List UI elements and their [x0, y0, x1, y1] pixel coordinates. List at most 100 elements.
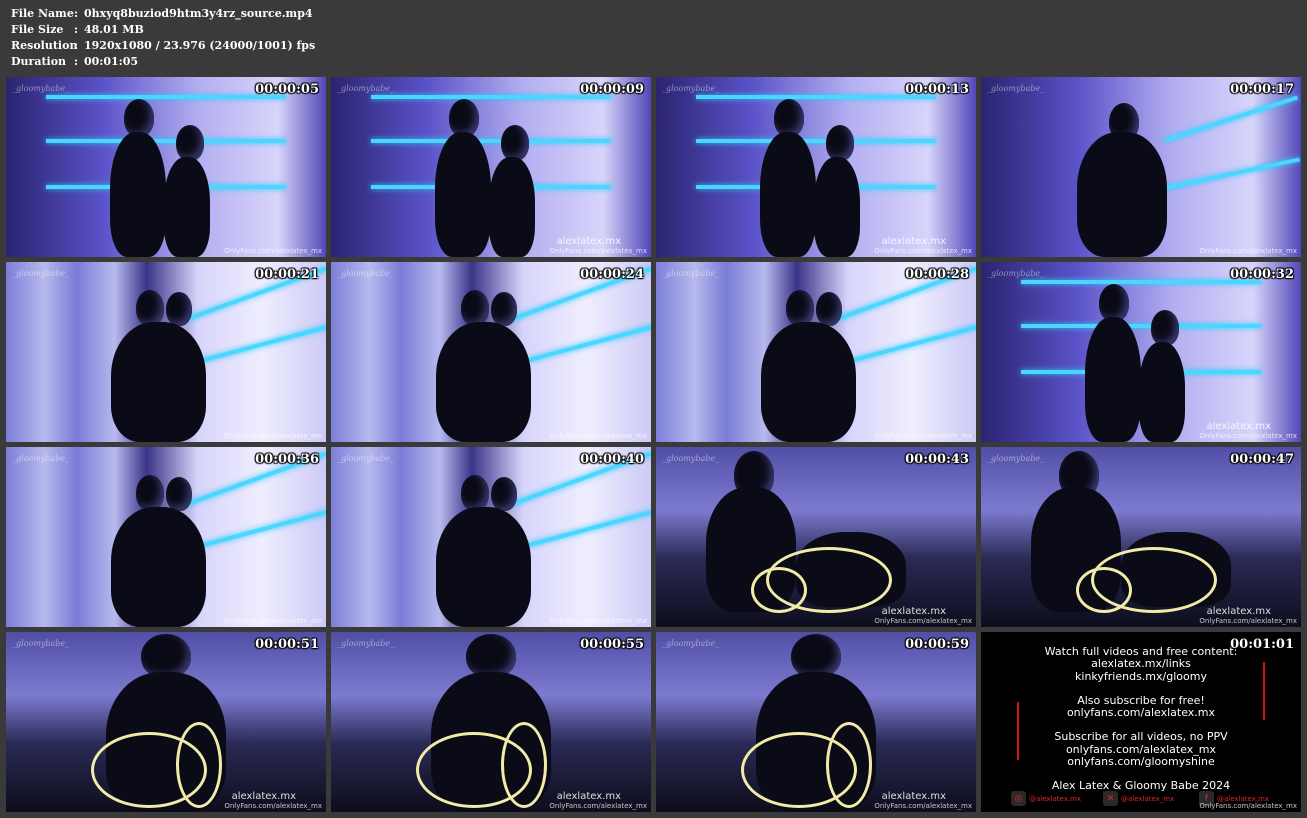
figure-body: [814, 157, 860, 257]
promo-text: Watch full videos and free content: alex…: [981, 645, 1301, 793]
figure-body: [1085, 317, 1141, 442]
signature-watermark: _gloomybabe_: [337, 269, 395, 278]
figure-body: [164, 157, 210, 257]
video-thumbnail[interactable]: _gloomybabe_ 00:00:36 OnlyFans.com/alexlat…: [6, 447, 326, 627]
signature-watermark: _gloomybabe_: [662, 269, 720, 278]
file-info-panel: File Name : 0hxyq8buziod9htm3y4rz_source…: [11, 6, 315, 70]
separator: :: [74, 7, 79, 20]
accent-bar: [1017, 702, 1019, 760]
brand-watermark: alexlatex.mx: [1206, 606, 1271, 617]
thumbnail-timestamp: 00:00:17: [1230, 82, 1294, 97]
figure-body: [489, 157, 535, 257]
signature-watermark: _gloomybabe_: [12, 639, 70, 648]
figure-body: [1139, 342, 1185, 442]
brand-watermark: alexlatex.mx: [881, 236, 946, 247]
thumbnail-timestamp: 00:00:13: [905, 82, 969, 97]
signature-watermark: _gloomybabe_: [662, 639, 720, 648]
figure-head: [176, 125, 204, 161]
file-name-row: File Name : 0hxyq8buziod9htm3y4rz_source…: [11, 6, 315, 22]
watermark: OnlyFans.com/alexlatex_mx: [549, 432, 647, 440]
video-thumbnail[interactable]: _gloomybabe_ 00:00:32 alexlatex.mx OnlyFans…: [981, 262, 1301, 442]
video-thumbnail[interactable]: _gloomybabe_ 00:00:28 OnlyFans.com/alexlat…: [656, 262, 976, 442]
video-thumbnail[interactable]: _gloomybabe_ 00:00:09 alexlatex.mx OnlyFans…: [331, 77, 651, 257]
brand-watermark: alexlatex.mx: [556, 236, 621, 247]
rope-shape: [826, 722, 872, 808]
watermark: OnlyFans.com/alexlatex_mx: [549, 802, 647, 810]
rope-shape: [1076, 567, 1132, 613]
figure-body: [436, 322, 531, 442]
watermark: OnlyFans.com/alexlatex_mx: [874, 617, 972, 625]
video-thumbnail[interactable]: _gloomybabe_ 00:00:24 OnlyFans.com/alexlat…: [331, 262, 651, 442]
thumbnail-timestamp: 00:00:09: [580, 82, 644, 97]
video-thumbnail[interactable]: _gloomybabe_ 00:00:47 alexlatex.mx OnlyFans…: [981, 447, 1301, 627]
video-thumbnail[interactable]: _gloomybabe_ 00:00:17 OnlyFans.com/alexlat…: [981, 77, 1301, 257]
video-thumbnail[interactable]: _gloomybabe_ 00:00:43 alexlatex.mx OnlyFans…: [656, 447, 976, 627]
figure-head: [461, 290, 489, 326]
thumbnail-timestamp: 00:00:47: [1230, 452, 1294, 467]
signature-watermark: _gloomybabe_: [987, 454, 1045, 463]
watermark: OnlyFans.com/alexlatex_mx: [224, 247, 322, 255]
figure-body: [111, 507, 206, 627]
light-strip: [46, 139, 286, 143]
signature-watermark: _gloomybabe_: [12, 269, 70, 278]
figure-head: [136, 290, 164, 326]
instagram-icon: ◎: [1011, 791, 1026, 806]
thumbnail-timestamp: 00:00:05: [255, 82, 319, 97]
light-strip: [371, 95, 611, 99]
thumbnail-timestamp: 00:00:21: [255, 267, 319, 282]
resolution-value: 1920x1080 / 23.976 (24000/1001) fps: [84, 39, 316, 52]
file-size-label: File Size: [11, 23, 64, 36]
watermark: OnlyFans.com/alexlatex_mx: [224, 617, 322, 625]
thumbnail-grid: _gloomybabe_ 00:00:05 OnlyFans.com/alexlat…: [6, 77, 1301, 812]
figure-head: [786, 290, 814, 326]
watermark: OnlyFans.com/alexlatex_mx: [1199, 432, 1297, 440]
promo-line: onlyfans.com/alexlatex.mx: [1066, 706, 1216, 720]
promo-line: Subscribe for all videos, no PPV: [1054, 730, 1228, 744]
watermark: OnlyFans.com/alexlatex_mx: [1199, 802, 1297, 810]
figure-body: [111, 322, 206, 442]
separator: :: [74, 55, 79, 68]
figure-head: [166, 477, 192, 511]
signature-watermark: _gloomybabe_: [12, 84, 70, 93]
resolution-row: Resolution : 1920x1080 / 23.976 (24000/1…: [11, 38, 315, 54]
duration-label: Duration: [11, 55, 67, 68]
file-name-label: File Name: [11, 7, 74, 20]
brand-watermark: alexlatex.mx: [231, 791, 296, 802]
social-handle: @alexlatex.mx: [1029, 794, 1082, 803]
light-strip: [696, 95, 936, 99]
brand-watermark: alexlatex.mx: [556, 791, 621, 802]
watermark: OnlyFans.com/alexlatex_mx: [1199, 617, 1297, 625]
separator: :: [74, 39, 79, 52]
promo-card: 00:01:01 Watch full videos and free cont…: [981, 632, 1301, 812]
light-strip: [46, 95, 286, 99]
signature-watermark: _gloomybabe_: [337, 639, 395, 648]
watermark: OnlyFans.com/alexlatex_mx: [549, 617, 647, 625]
video-thumbnail[interactable]: _gloomybabe_ 00:00:13 alexlatex.mx OnlyFans…: [656, 77, 976, 257]
watermark: OnlyFans.com/alexlatex_mx: [1199, 247, 1297, 255]
watermark: OnlyFans.com/alexlatex_mx: [224, 432, 322, 440]
x-icon: ✕: [1103, 791, 1118, 806]
thumbnail-timestamp: 00:00:28: [905, 267, 969, 282]
video-thumbnail[interactable]: _gloomybabe_ 00:00:55 alexlatex.mx OnlyFans…: [331, 632, 651, 812]
promo-line: onlyfans.com/gloomyshine: [1067, 755, 1215, 769]
figure-head: [461, 475, 489, 511]
file-size-value: 48.01 MB: [84, 23, 144, 36]
figure-head: [816, 292, 842, 326]
figure-body: [1077, 132, 1167, 257]
video-thumbnail[interactable]: _gloomybabe_ 00:00:21 OnlyFans.com/alexlat…: [6, 262, 326, 442]
video-thumbnail[interactable]: _gloomybabe_ 00:00:40 OnlyFans.com/alexlat…: [331, 447, 651, 627]
thumbnail-timestamp: 00:00:51: [255, 637, 319, 652]
thumbnail-timestamp: 00:00:59: [905, 637, 969, 652]
video-thumbnail[interactable]: _gloomybabe_ 00:00:59 alexlatex.mx OnlyFans…: [656, 632, 976, 812]
signature-watermark: _gloomybabe_: [662, 84, 720, 93]
brand-watermark: alexlatex.mx: [1206, 421, 1271, 432]
accent-bar: [1263, 662, 1265, 720]
thumbnail-timestamp: 00:00:36: [255, 452, 319, 467]
video-thumbnail[interactable]: _gloomybabe_ 00:00:05 OnlyFans.com/alexlat…: [6, 77, 326, 257]
figure-body: [760, 132, 816, 257]
rope-shape: [751, 567, 807, 613]
watermark: OnlyFans.com/alexlatex_mx: [874, 432, 972, 440]
video-thumbnail[interactable]: _gloomybabe_ 00:00:51 alexlatex.mx OnlyFans…: [6, 632, 326, 812]
signature-watermark: _gloomybabe_: [662, 454, 720, 463]
file-size-row: File Size : 48.01 MB: [11, 22, 315, 38]
